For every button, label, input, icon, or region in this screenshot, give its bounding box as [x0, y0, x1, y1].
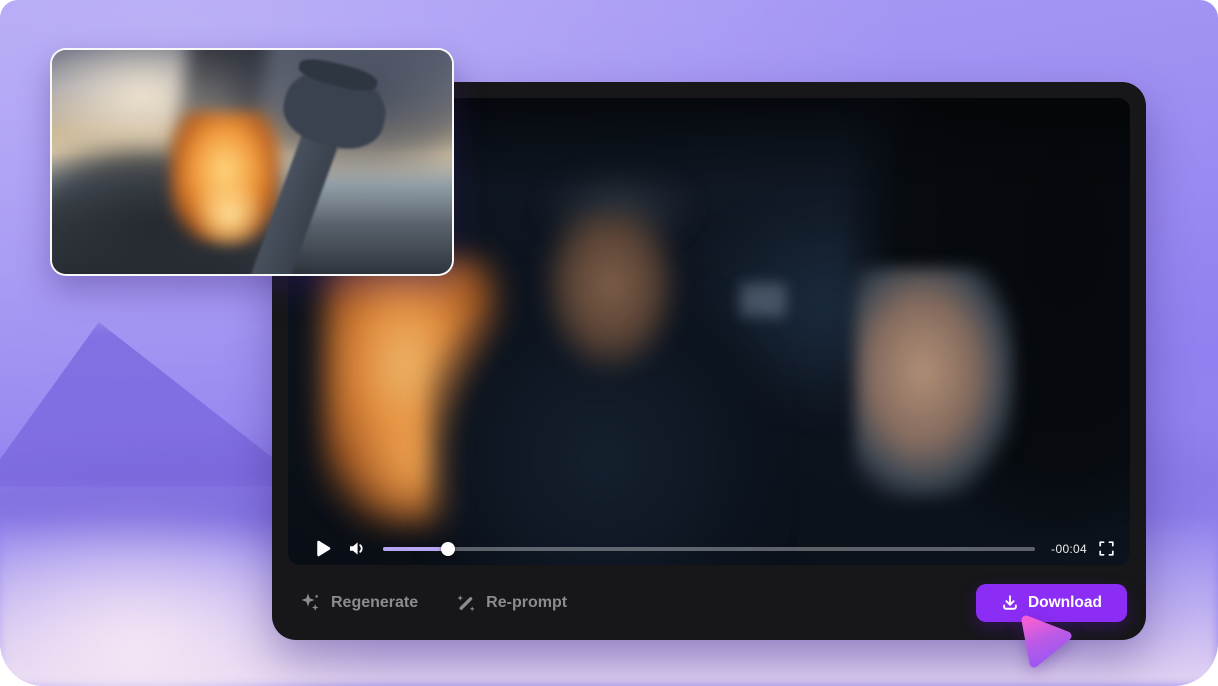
volume-icon	[348, 540, 367, 557]
regenerate-label: Regenerate	[331, 594, 418, 612]
thumbnail-explosion-core	[192, 180, 267, 250]
toolbar-left-group: Regenerate Re-prompt	[300, 592, 567, 613]
fullscreen-button[interactable]	[1099, 541, 1114, 556]
volume-button[interactable]	[348, 540, 367, 557]
download-label: Download	[1028, 594, 1102, 612]
play-icon	[316, 540, 331, 557]
video-frame-man-face	[543, 213, 678, 373]
download-button[interactable]: Download	[976, 584, 1127, 622]
generated-video-thumbnail[interactable]	[50, 48, 454, 276]
result-toolbar: Regenerate Re-prompt Download	[272, 565, 1146, 640]
time-remaining: -00:04	[1051, 542, 1087, 556]
seek-handle[interactable]	[441, 542, 455, 556]
play-button[interactable]	[316, 540, 331, 557]
seek-track[interactable]	[383, 547, 1035, 551]
app-canvas: -00:04 Regenerate	[0, 0, 1218, 686]
seek-fill	[383, 547, 448, 551]
seek-bar[interactable]	[383, 542, 1035, 556]
video-frame-window-light	[740, 283, 786, 317]
fullscreen-icon	[1099, 541, 1114, 556]
reprompt-label: Re-prompt	[486, 594, 567, 612]
video-frame-woman-face	[855, 268, 1015, 498]
pen-sparkle-icon	[456, 593, 476, 613]
regenerate-button[interactable]: Regenerate	[300, 592, 418, 613]
sparkles-icon	[300, 592, 321, 613]
player-controls: -00:04	[288, 532, 1130, 565]
download-icon	[1001, 594, 1019, 612]
reprompt-button[interactable]: Re-prompt	[456, 593, 567, 613]
